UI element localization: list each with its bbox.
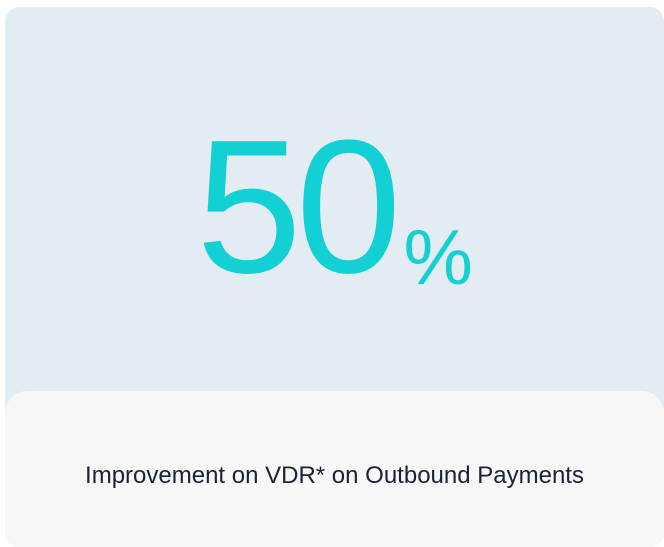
stat-area: 50 %: [5, 7, 664, 397]
stat-number: 50: [196, 101, 401, 313]
stat-caption: Improvement on VDR* on Outbound Payments: [85, 462, 584, 489]
caption-area: Improvement on VDR* on Outbound Payments: [5, 391, 664, 547]
stat-unit: %: [403, 213, 473, 301]
stat-value: 50 %: [196, 112, 473, 302]
stat-card: 50 % Improvement on VDR* on Outbound Pay…: [5, 7, 664, 547]
